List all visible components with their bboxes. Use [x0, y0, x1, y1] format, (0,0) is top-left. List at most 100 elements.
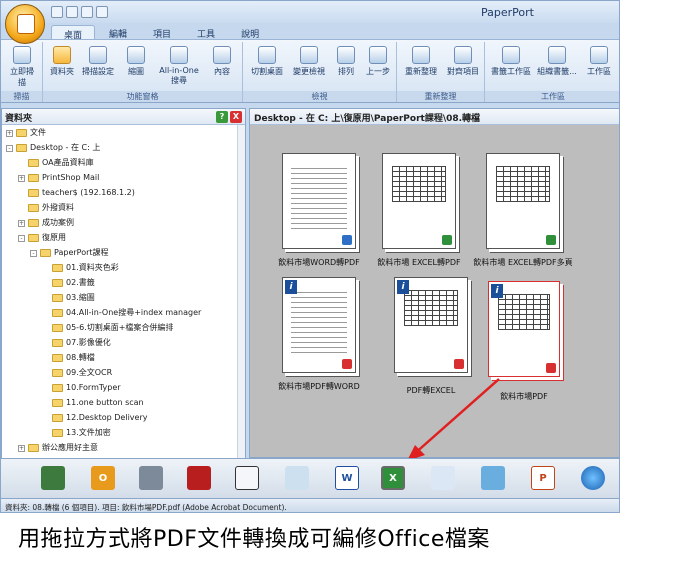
folder-tree-item[interactable]: 07.影像優化 [42, 337, 111, 349]
paint-icon[interactable] [285, 466, 309, 490]
folder-tree-item[interactable]: - 復原用 [18, 232, 66, 244]
change-view-button[interactable]: 變更檢視 [289, 46, 329, 77]
folder-tree-item[interactable]: 12.Desktop Delivery [42, 412, 147, 424]
folder-tree-item[interactable]: - PaperPort課程 [30, 247, 109, 259]
document-thumbnail: i [282, 277, 356, 373]
document-pdf-to-excel[interactable]: i PDF轉EXCEL [394, 277, 468, 395]
excel-icon[interactable]: X [381, 466, 405, 490]
print-icon[interactable] [81, 6, 93, 18]
folder-tree-item[interactable]: 02.書籤 [42, 277, 95, 289]
folder-tree-item[interactable]: 01.資料夾色彩 [42, 262, 119, 274]
folder-tree-item[interactable]: 08.轉檔 [42, 352, 95, 364]
paperport-window: PaperPort 桌面 編輯 項目 工具 說明 立即掃描 掃描 資料夾 掃描設… [0, 0, 620, 513]
expander-icon[interactable]: - [30, 249, 37, 257]
folders-pane-button[interactable]: 資料夾 [47, 46, 77, 77]
window-icon[interactable] [235, 466, 259, 490]
expander-icon[interactable]: + [18, 174, 25, 182]
customize-dropdown-icon[interactable] [96, 6, 108, 18]
folder-label: 02.書籤 [66, 278, 95, 287]
split-desktop-button[interactable]: 切割桌面 [247, 46, 287, 77]
browser-icon[interactable] [581, 466, 605, 490]
bookmark-icon [502, 46, 520, 64]
folder-icon [52, 384, 63, 392]
refresh-button[interactable]: 重新整理 [401, 46, 441, 77]
document-pdf-to-word[interactable]: i 飲料市場PDF轉WORD [278, 277, 360, 391]
folder-label: PaperPort課程 [54, 248, 109, 257]
folder-tree-item[interactable]: teacher$ (192.168.1.2) [18, 187, 135, 199]
document-word-to-pdf[interactable]: 飲料市場WORD轉PDF [278, 153, 360, 267]
split-view-icon [258, 46, 276, 64]
save-icon[interactable] [51, 6, 63, 18]
eraser-icon[interactable] [481, 466, 505, 490]
expander-icon[interactable]: + [6, 129, 13, 137]
folder-tree-item[interactable]: 10.FormTyper [42, 382, 121, 394]
expander-icon[interactable]: - [6, 144, 13, 152]
folders-pane-title: 資料夾 [5, 114, 33, 124]
outlook-icon[interactable]: O [91, 466, 115, 490]
acrobat-icon[interactable] [187, 466, 211, 490]
folder-label: PrintShop Mail [42, 173, 100, 182]
folder-tree-item[interactable]: + 文件 [6, 127, 46, 139]
application-button[interactable] [5, 4, 45, 44]
align-items-button[interactable]: 對齊項目 [443, 46, 483, 77]
folder-icon [40, 249, 51, 257]
powerpoint-icon[interactable]: P [531, 466, 555, 490]
info-icon: i [285, 280, 297, 294]
window-title: PaperPort [481, 6, 534, 19]
folder-icon [52, 264, 63, 272]
quick-access-toolbar [51, 6, 108, 18]
image-caption: 用拖拉方式將PDF文件轉換成可編修Office檔案 [18, 527, 490, 552]
folder-tree-item[interactable]: 13.文件加密 [42, 427, 111, 439]
expander-icon[interactable]: + [18, 219, 25, 227]
folder-label: teacher$ (192.168.1.2) [42, 188, 135, 197]
info-icon: i [397, 280, 409, 294]
folder-label: 13.文件加密 [66, 428, 111, 437]
word-icon[interactable]: W [335, 466, 359, 490]
folder-label: 文件 [30, 128, 46, 137]
folder-icon [53, 46, 71, 64]
folder-tree-item[interactable]: + 辦公應用好主意 [18, 442, 98, 454]
folder-icon [52, 354, 63, 362]
close-icon[interactable]: X [230, 111, 242, 123]
folder-tree-item[interactable]: 外撥資料 [18, 202, 74, 214]
back-button[interactable]: 上一步 [363, 46, 393, 77]
document-excel-to-pdf[interactable]: 飲料市場 EXCEL轉PDF [377, 153, 461, 267]
arrange-button[interactable]: 排列 [331, 46, 361, 77]
folder-tree-item[interactable]: 09.全文OCR [42, 367, 112, 379]
folder-tree-item[interactable]: + 成功案例 [18, 217, 74, 229]
folders-pane: 資料夾 ? X + 文件 - Desktop - 在 C: 上 OA產品資料庫 + Prin… [1, 108, 246, 496]
document-excel-to-pdf-multipage[interactable]: 飲料市場 EXCEL轉PDF多頁 [473, 153, 573, 267]
printer-icon[interactable] [139, 466, 163, 490]
scan-now-button[interactable]: 立即掃描 [7, 46, 37, 88]
scan-icon[interactable] [66, 6, 78, 18]
help-icon[interactable]: ? [216, 111, 228, 123]
folder-label: 12.Desktop Delivery [66, 413, 148, 422]
thumbnails-button[interactable]: 縮圖 [121, 46, 151, 77]
folder-icon [52, 399, 63, 407]
folder-tree-item[interactable]: 05-6.切割桌面+檔案合併編排 [42, 322, 173, 334]
title-bar: PaperPort [1, 1, 619, 23]
properties-button[interactable]: 內容 [207, 46, 237, 77]
folder-tree-item[interactable]: + PrintShop Mail [18, 172, 99, 184]
folder-tree-item[interactable]: OA產品資料庫 [18, 157, 94, 169]
workspace-button[interactable]: 工作區 [581, 46, 617, 77]
folder-tree-item[interactable]: - Desktop - 在 C: 上 [6, 142, 100, 154]
workspace-icon [590, 46, 608, 64]
image-viewer-icon[interactable] [431, 466, 455, 490]
document-caption: 飲料市場 EXCEL轉PDF多頁 [473, 258, 573, 267]
evernote-icon[interactable] [41, 466, 65, 490]
organize-bookmarks-button[interactable]: 組織書籤... [535, 46, 579, 77]
folder-tree-item[interactable]: 03.縮圖 [42, 292, 95, 304]
folder-icon [52, 339, 63, 347]
expander-icon[interactable]: - [18, 234, 25, 242]
expander-icon[interactable]: + [18, 444, 25, 452]
folder-tree-item[interactable]: 11.one button scan [42, 397, 144, 409]
scan-settings-button[interactable]: 掃描設定 [79, 46, 117, 77]
scan-settings-icon [89, 46, 107, 64]
drag-arrow-line [412, 378, 500, 456]
folders-scrollbar[interactable] [237, 125, 245, 495]
bookmark-workspace-button[interactable]: 書籤工作區 [489, 46, 533, 77]
folder-tree-item[interactable]: 04.All-in-One搜尋+index manager [42, 307, 201, 319]
all-in-one-search-button[interactable]: All-in-One 搜尋 [155, 46, 203, 86]
document-pdf-selected[interactable]: i 飲料市場PDF [488, 281, 560, 401]
